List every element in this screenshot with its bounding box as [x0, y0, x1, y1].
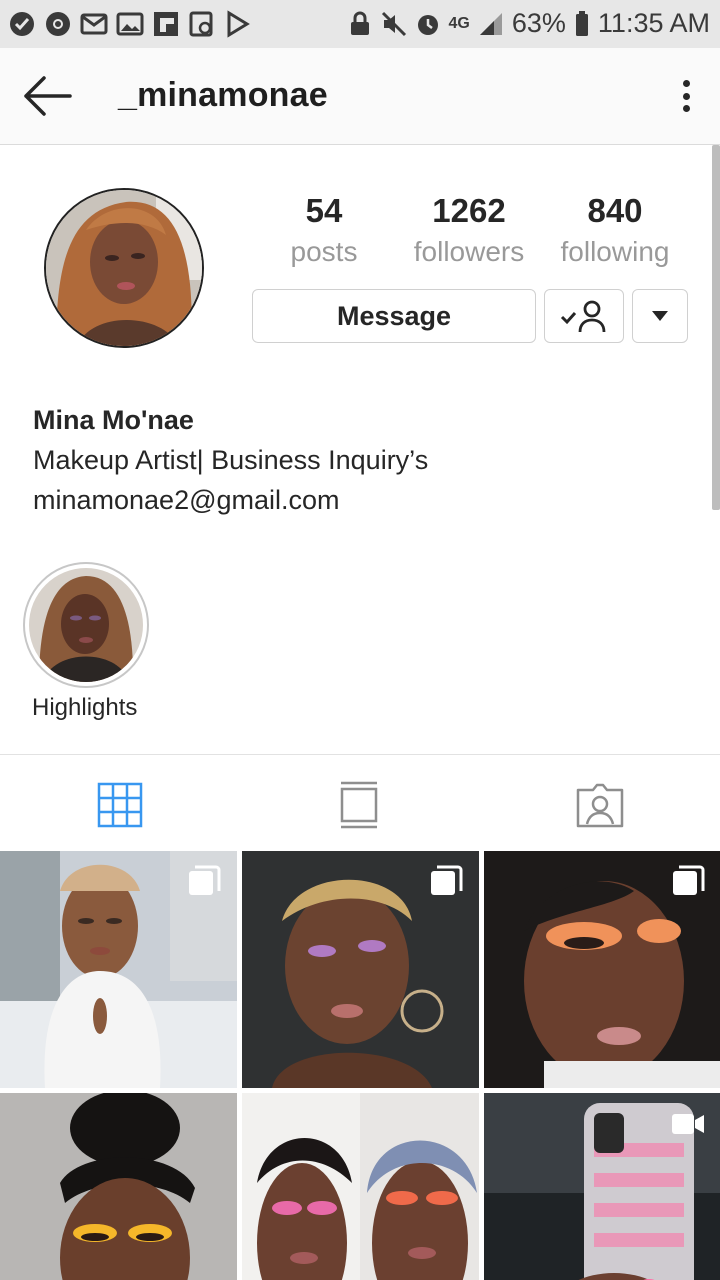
status-bar: 4G 63% 11:35 AM — [0, 0, 720, 48]
bio: Mina Mo'nae Makeup Artist| Business Inqu… — [33, 400, 428, 520]
following-button[interactable] — [544, 289, 624, 343]
posts-label: posts — [290, 236, 358, 267]
back-button[interactable] — [20, 72, 74, 120]
posts-stat[interactable]: 54 posts — [249, 192, 399, 268]
page-title: _minamonae — [118, 76, 328, 114]
lock-icon — [350, 11, 369, 35]
image-icon — [116, 12, 144, 36]
user-check-icon — [560, 300, 606, 333]
battery-icon — [575, 10, 588, 36]
signal-icon — [479, 12, 502, 35]
app-bar: _minamonae — [0, 48, 720, 145]
mail-icon — [80, 13, 108, 35]
highlight-label: Highlights — [32, 694, 138, 721]
posts-count: 54 — [305, 192, 343, 229]
notification-icons — [8, 10, 252, 38]
post-thumbnail[interactable] — [242, 1093, 479, 1280]
avatar[interactable] — [44, 188, 204, 348]
following-count: 840 — [587, 192, 643, 229]
profile-photo — [46, 190, 202, 346]
clock-time: 11:35 AM — [597, 8, 710, 38]
suggestions-dropdown-button[interactable] — [632, 289, 688, 343]
profile-name: Mina Mo'nae — [33, 405, 194, 435]
post-thumbnail[interactable] — [242, 851, 479, 1088]
following-label: following — [560, 236, 670, 267]
mute-icon — [381, 11, 406, 36]
post-thumbnail[interactable] — [0, 851, 237, 1088]
chrome-icon — [46, 12, 70, 36]
tab-feed[interactable] — [329, 775, 389, 835]
dot — [682, 92, 690, 100]
followers-label: followers — [413, 236, 525, 267]
tagged-icon — [576, 783, 624, 828]
story-highlight[interactable] — [23, 562, 149, 688]
carousel-icon — [189, 865, 221, 895]
flipboard-icon — [154, 12, 178, 36]
post-thumbnail[interactable] — [0, 1093, 237, 1280]
tab-grid[interactable] — [90, 775, 150, 835]
post-thumbnail[interactable] — [484, 1093, 720, 1280]
bio-email[interactable]: minamonae2@gmail.com — [33, 480, 428, 520]
post-thumbnail[interactable] — [484, 851, 720, 1088]
dot — [682, 80, 690, 87]
check-circle-icon — [10, 12, 34, 36]
caret-down-icon — [652, 311, 668, 321]
bio-line: Makeup Artist| Business Inquiry’s — [33, 445, 429, 475]
post-photo — [0, 1093, 237, 1280]
video-camera-icon — [672, 1114, 704, 1134]
arrow-left-icon — [24, 76, 72, 116]
more-options-button[interactable] — [674, 76, 698, 116]
battery-percent: 63% — [511, 8, 566, 38]
sync-icon — [189, 11, 213, 37]
play-store-icon — [227, 10, 250, 38]
grid-icon — [97, 782, 143, 828]
post-photo — [242, 1093, 479, 1280]
feed-icon — [340, 781, 378, 829]
profile-tabs — [0, 754, 720, 850]
followers-stat[interactable]: 1262 followers — [394, 192, 544, 268]
following-stat[interactable]: 840 following — [540, 192, 690, 268]
carousel-icon — [673, 865, 705, 895]
followers-count: 1262 — [432, 192, 506, 229]
highlight-cover — [29, 568, 143, 682]
system-status: 4G 63% 11:35 AM — [347, 8, 710, 39]
scrollbar[interactable] — [712, 145, 720, 510]
alarm-icon — [417, 14, 438, 35]
carousel-icon — [431, 865, 463, 895]
message-button[interactable]: Message — [252, 289, 536, 343]
tab-tagged[interactable] — [570, 775, 630, 835]
dot — [682, 105, 690, 112]
network-label: 4G — [448, 14, 470, 32]
